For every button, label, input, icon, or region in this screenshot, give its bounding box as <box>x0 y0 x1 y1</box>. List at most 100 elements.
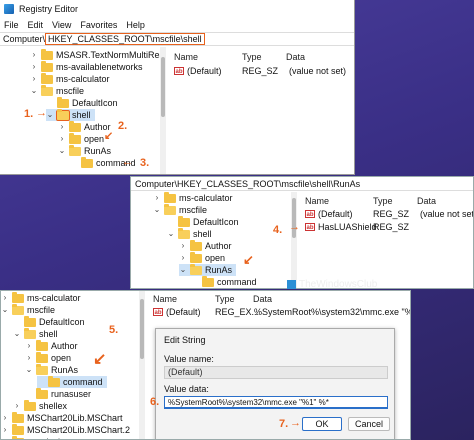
tree-item[interactable]: ⌄ RunAs <box>58 144 111 157</box>
address-bar[interactable]: Computer\HKEY_CLASSES_ROOT\mscfile\shell… <box>131 177 473 191</box>
folder-open-icon <box>69 144 81 156</box>
chevron-right-icon[interactable]: › <box>1 424 9 436</box>
tree-item[interactable]: › open <box>25 351 71 364</box>
chevron-right-icon[interactable]: › <box>13 400 21 412</box>
tree-item-selected[interactable]: ⌄ shell <box>46 108 95 121</box>
value-row[interactable]: ab (Default) REG_SZ (value not set) <box>305 209 473 219</box>
menu-bar: File Edit View Favorites Help <box>0 18 354 31</box>
tree-item[interactable]: ⌄ RunAs <box>25 363 78 376</box>
menu-help[interactable]: Help <box>126 20 145 30</box>
chevron-down-icon[interactable]: ⌄ <box>46 109 54 121</box>
tree-item[interactable]: › Author <box>58 120 111 133</box>
chevron-right-icon[interactable]: › <box>179 240 187 252</box>
chevron-right-icon[interactable]: › <box>25 352 33 364</box>
tree-item[interactable]: › open <box>179 251 225 264</box>
tree-item[interactable]: › ms-calculator <box>153 192 233 204</box>
arrow-down-left-icon: ↙ <box>104 130 114 142</box>
chevron-right-icon[interactable]: › <box>30 61 38 73</box>
value-name-field[interactable]: (Default) <box>164 366 388 379</box>
chevron-down-icon[interactable]: ⌄ <box>1 304 9 316</box>
tree-item-selected[interactable]: ⌄ RunAs <box>179 263 237 276</box>
registry-editor-window-1: Registry Editor File Edit View Favorites… <box>0 0 355 175</box>
tree-scrollbar[interactable] <box>139 291 145 439</box>
chevron-right-icon[interactable]: › <box>30 49 38 61</box>
column-type[interactable]: Type <box>242 52 262 62</box>
tree-item[interactable]: ⌄ mscfile <box>30 84 84 97</box>
folder-icon <box>12 291 24 303</box>
chevron-right-icon[interactable]: › <box>58 121 66 133</box>
menu-view[interactable]: View <box>52 20 71 30</box>
value-row[interactable]: ab HasLUAShield REG_SZ <box>305 222 417 232</box>
column-name[interactable]: Name <box>174 52 198 62</box>
chevron-down-icon[interactable]: ⌄ <box>167 228 175 240</box>
tree-scrollbar[interactable] <box>160 47 166 174</box>
value-data-field[interactable]: %SystemRoot%\system32\mmc.exe "%1" %* <box>164 396 388 409</box>
step-7-label: 7. <box>279 418 289 430</box>
tree-item[interactable]: ⌄ shell <box>13 327 58 340</box>
value-row[interactable]: ab (Default) REG_EX... %SystemRoot%\syst… <box>153 307 410 317</box>
folder-open-icon <box>56 108 70 121</box>
column-name[interactable]: Name <box>305 196 329 206</box>
tree-item[interactable]: › ms-calculator <box>30 72 110 85</box>
menu-file[interactable]: File <box>4 20 19 30</box>
chevron-down-icon[interactable]: ⌄ <box>30 85 38 97</box>
chevron-down-icon[interactable]: ⌄ <box>179 264 187 276</box>
folder-open-icon <box>164 203 176 215</box>
folder-icon <box>41 72 53 84</box>
chevron-down-icon[interactable]: ⌄ <box>58 145 66 157</box>
menu-favorites[interactable]: Favorites <box>80 20 117 30</box>
tree-item[interactable]: ⌄ mscfile <box>1 303 55 316</box>
folder-icon <box>202 275 214 287</box>
tree-item[interactable]: › Author <box>25 339 78 352</box>
folder-icon <box>190 251 202 263</box>
scrollbar-thumb[interactable] <box>140 299 144 359</box>
chevron-down-icon[interactable]: ⌄ <box>13 328 21 340</box>
string-value-icon: ab <box>153 308 163 316</box>
chevron-right-icon[interactable]: › <box>1 412 9 424</box>
tree-item[interactable]: command <box>191 275 257 288</box>
tree-pane: › ms-calculator ⌄ mscfile DefaultIcon ⌄ she… <box>1 291 139 439</box>
tree-item[interactable]: DefaultIcon <box>13 315 85 328</box>
cancel-button[interactable]: Cancel <box>348 417 390 431</box>
value-row[interactable]: ab (Default) REG_SZ (value not set) <box>174 66 346 76</box>
folder-icon <box>36 339 48 351</box>
ok-button[interactable]: OK <box>302 417 342 431</box>
tree-item[interactable]: › MSChart20Lib.MSChart.2 <box>1 423 130 436</box>
column-type[interactable]: Type <box>373 196 393 206</box>
column-data[interactable]: Data <box>253 294 272 304</box>
tree-item[interactable]: ⌄ shell <box>167 227 212 240</box>
tree-item[interactable]: › shellex <box>13 399 67 412</box>
tree-item[interactable]: › Author <box>179 239 232 252</box>
tree-item[interactable]: ›MSASR.TextNormMultiResult. <box>30 48 160 61</box>
tree-item[interactable]: ›ms-clock <box>1 435 63 439</box>
column-type[interactable]: Type <box>215 294 235 304</box>
tree-item[interactable]: › ms-calculator <box>1 291 81 304</box>
chevron-right-icon[interactable]: › <box>1 292 9 304</box>
chevron-right-icon[interactable]: › <box>25 340 33 352</box>
chevron-down-icon[interactable]: ⌄ <box>25 364 33 376</box>
tree-item[interactable]: › open <box>58 132 104 145</box>
folder-icon <box>36 387 48 399</box>
tree-item[interactable]: runasuser <box>25 387 91 400</box>
tree-item[interactable]: DefaultIcon <box>46 96 118 109</box>
chevron-down-icon[interactable]: ⌄ <box>153 204 161 216</box>
chevron-right-icon[interactable]: › <box>153 192 161 204</box>
tree-scrollbar[interactable] <box>291 192 297 288</box>
tree-item-selected[interactable]: command <box>37 375 107 388</box>
chevron-right-icon[interactable]: › <box>1 436 9 439</box>
chevron-right-icon[interactable]: › <box>30 73 38 85</box>
tree-item[interactable]: › MSChart20Lib.MSChart <box>1 411 123 424</box>
menu-edit[interactable]: Edit <box>28 20 44 30</box>
chevron-right-icon[interactable]: › <box>58 133 66 145</box>
chevron-right-icon[interactable]: › <box>179 252 187 264</box>
address-bar[interactable]: Computer\ HKEY_CLASSES_ROOT\mscfile\shel… <box>0 32 354 46</box>
column-data[interactable]: Data <box>417 196 436 206</box>
tree-item[interactable]: DefaultIcon <box>167 215 239 228</box>
column-data[interactable]: Data <box>286 52 305 62</box>
tree-item[interactable]: ⌄ mscfile <box>153 203 207 216</box>
column-name[interactable]: Name <box>153 294 177 304</box>
scrollbar-thumb[interactable] <box>161 57 165 117</box>
folder-open-icon <box>24 327 36 339</box>
arrow-left-icon: ← <box>122 156 133 168</box>
tree-item[interactable]: › ms-availablenetworks <box>30 60 143 73</box>
